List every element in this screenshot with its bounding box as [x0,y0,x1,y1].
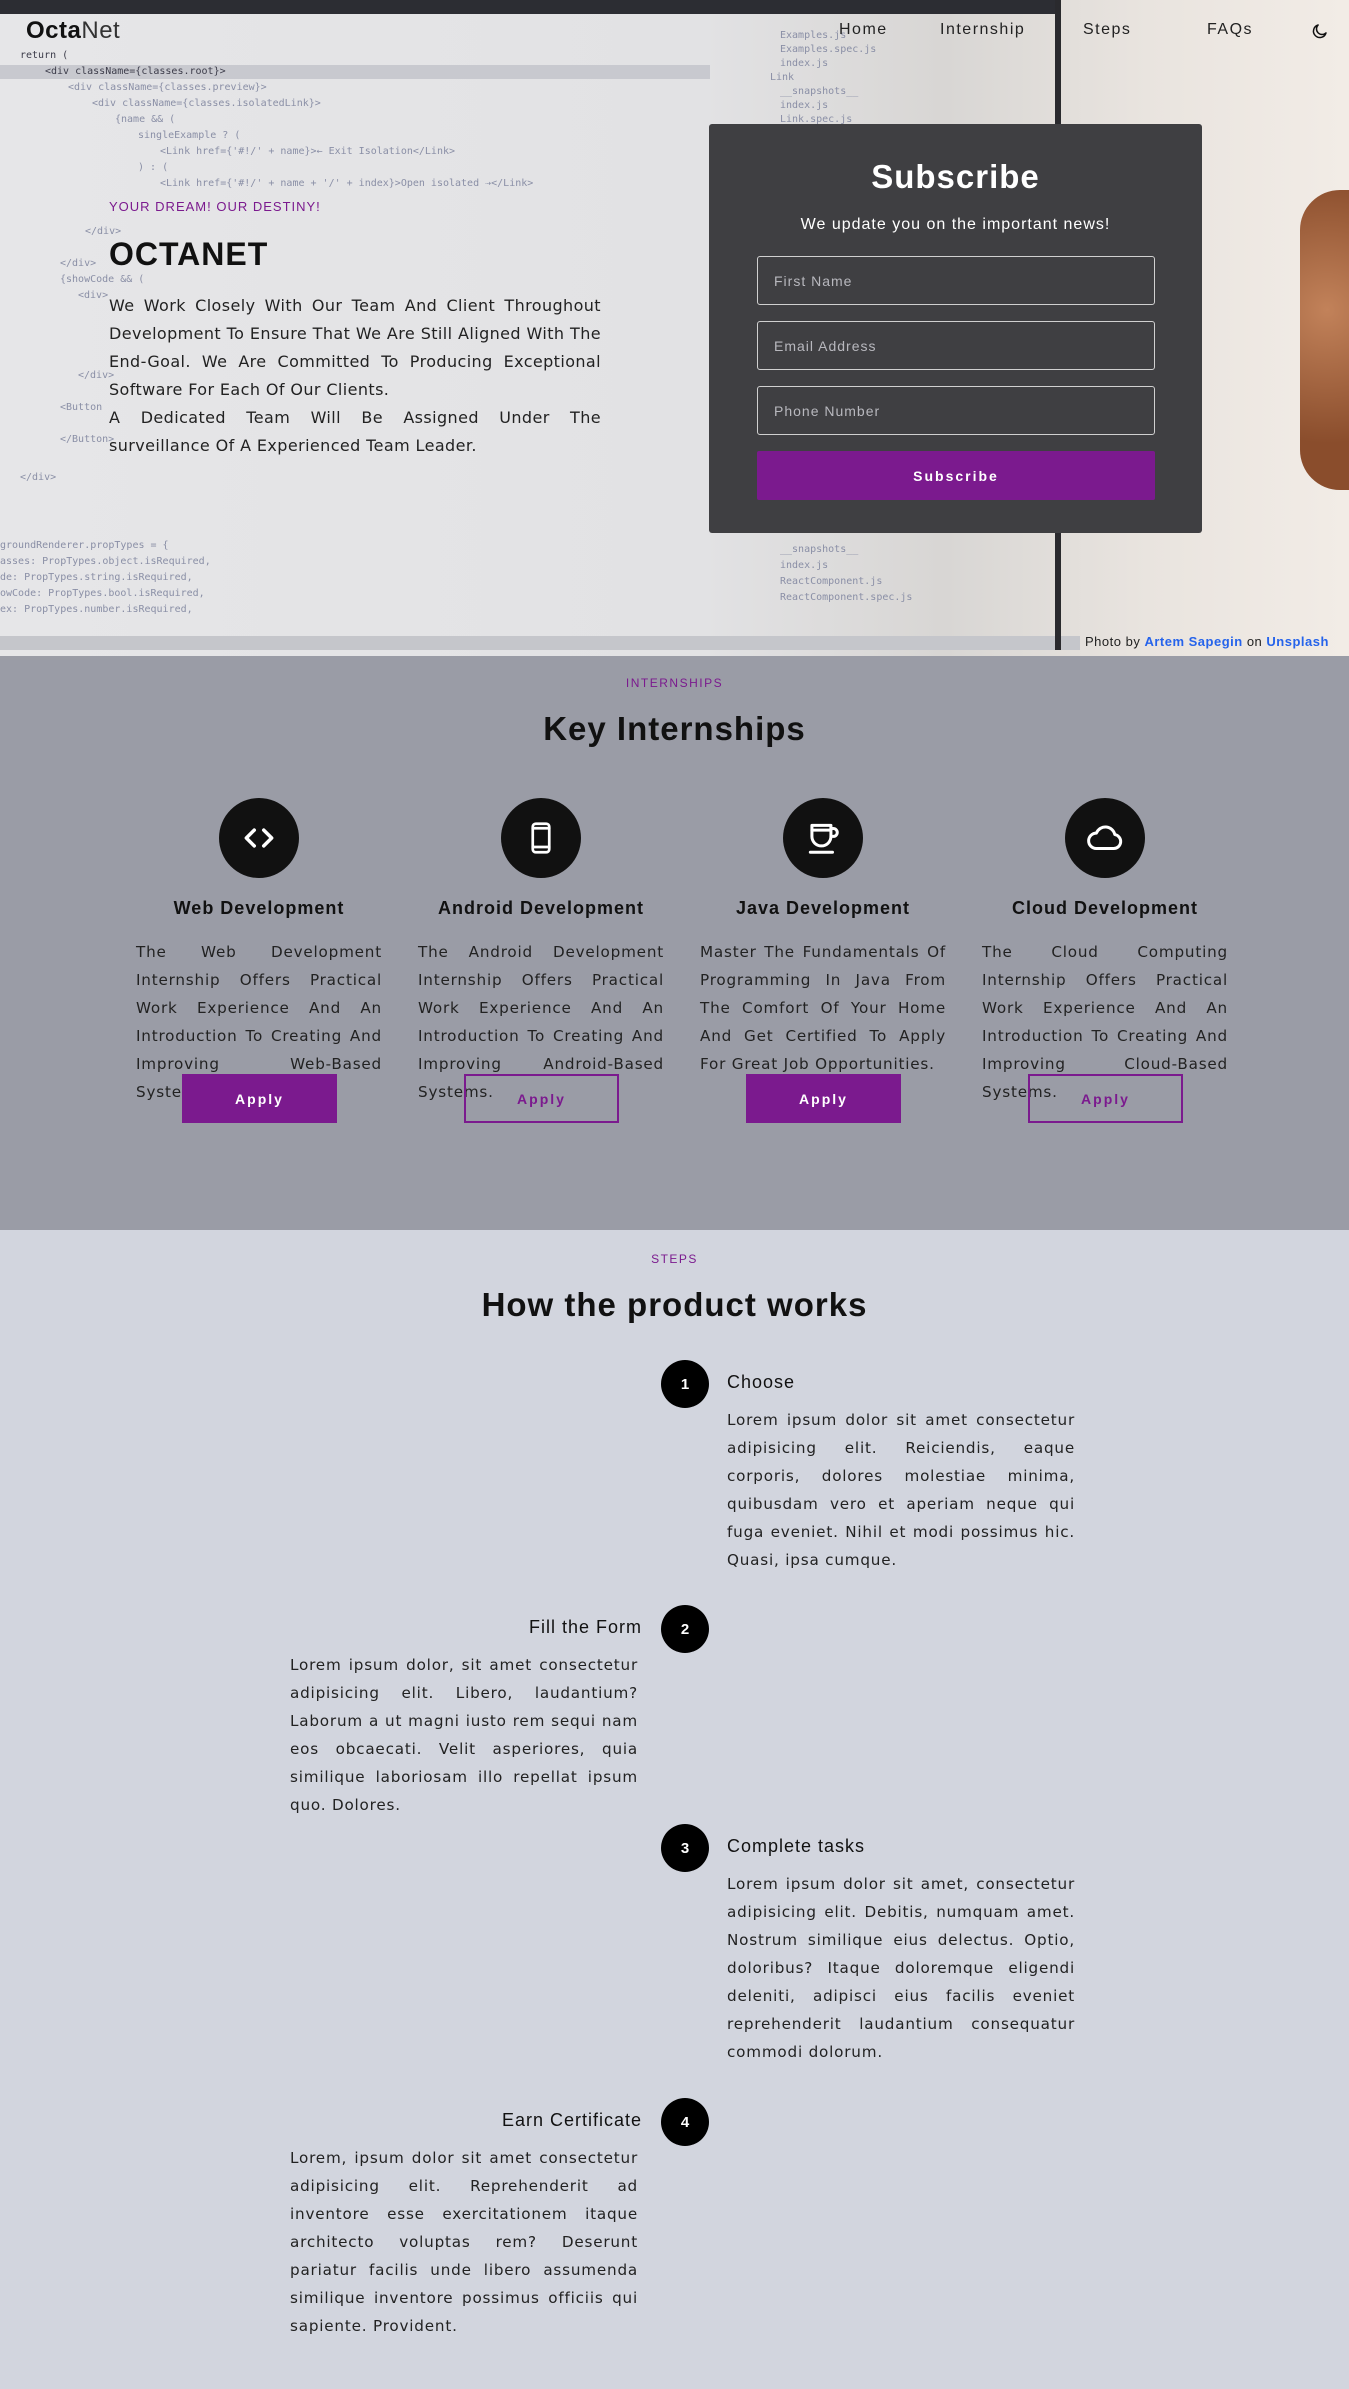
code-icon [219,798,299,878]
internship-card-java: Java Development Master The Fundamentals… [700,798,946,1198]
internship-card-android: Android Development The Android Developm… [418,798,664,1198]
apply-button-web[interactable]: Apply [182,1074,337,1123]
step-title-choose: Choose [727,1372,796,1392]
card-title: Android Development [437,898,644,918]
logo-bold-text: Octa [26,17,82,44]
logo-light-text: Net [81,17,121,44]
step-description: Lorem, ipsum dolor sit amet consectetur … [290,2149,638,2335]
step-number-4: 4 [661,2098,709,2146]
moon-icon[interactable] [1311,22,1329,40]
apply-button-android[interactable]: Apply [464,1074,619,1123]
card-title: Cloud Development [1011,898,1198,918]
coffee-cup-icon [783,798,863,878]
step-title-complete-tasks: Complete tasks [727,1836,866,1856]
mobile-phone-icon [501,798,581,878]
steps-title: How the product works [481,1286,868,1323]
hero-tagline: YOUR DREAM! OUR DESTINY! [109,199,321,214]
internships-eyebrow: INTERNSHIPS [625,676,724,690]
cloud-icon [1065,798,1145,878]
step-description: Lorem ipsum dolor, sit amet consectetur … [290,1656,638,1814]
nav-link-home[interactable]: Home [839,21,888,39]
step-number-1: 1 [661,1360,709,1408]
photo-site-link[interactable]: Unsplash [1266,634,1329,649]
step-title-fill-form: Fill the Form [528,1617,642,1637]
photo-credit: Photo by Artem Sapegin on Unsplash [1085,634,1329,649]
step-title-earn-certificate: Earn Certificate [501,2110,642,2130]
nav-link-internship[interactable]: Internship [940,21,1025,39]
step-number-3: 3 [661,1824,709,1872]
phone-field[interactable] [757,386,1155,435]
internship-card-web: Web Development The Web Development Inte… [136,798,382,1198]
subscribe-card: Subscribe We update you on the important… [709,124,1202,533]
coffee-cup-photo [1300,190,1349,490]
hero-section: return ( <div className={classes.root}> … [0,0,1349,656]
subscribe-button[interactable]: Subscribe [757,451,1155,500]
hero-paragraph: A Dedicated Team Will Be Assigned Under … [109,408,601,455]
nav-link-faqs[interactable]: FAQs [1207,21,1253,39]
first-name-field[interactable] [757,256,1155,305]
hero-description: We Work Closely With Our Team And Client… [109,292,601,460]
hero-title: OCTANET [109,236,269,272]
photo-credit-prefix: Photo by [1085,634,1141,649]
subscribe-subtitle: We update you on the important news! [800,216,1111,233]
steps-eyebrow: STEPS [651,1252,698,1266]
photo-credit-middle: on [1246,634,1263,649]
internships-title: Key Internships [543,710,806,747]
steps-section: STEPS How the product works 1 Choose Lor… [0,1230,1349,2389]
internship-card-cloud: Cloud Development The Cloud Computing In… [982,798,1228,1198]
photo-author-link[interactable]: Artem Sapegin [1144,634,1242,649]
subscribe-title: Subscribe [871,158,1040,195]
card-description: Master The Fundamentals Of Programming I… [700,943,946,1073]
apply-button-java[interactable]: Apply [746,1074,901,1123]
step-description: Lorem ipsum dolor sit amet consectetur a… [727,1411,1075,1569]
apply-button-cloud[interactable]: Apply [1028,1074,1183,1123]
navbar: OctaNet Home Internship Steps FAQs [0,0,1349,62]
site-logo[interactable]: OctaNet [26,17,120,45]
card-title: Web Development [173,898,345,918]
step-description: Lorem ipsum dolor sit amet, consectetur … [727,1875,1075,2061]
step-number-2: 2 [661,1605,709,1653]
email-field[interactable] [757,321,1155,370]
hero-paragraph: We Work Closely With Our Team And Client… [109,296,601,399]
card-title: Java Development [735,898,911,918]
internships-section: INTERNSHIPS Key Internships Web Developm… [0,656,1349,1230]
nav-link-steps[interactable]: Steps [1083,21,1131,39]
